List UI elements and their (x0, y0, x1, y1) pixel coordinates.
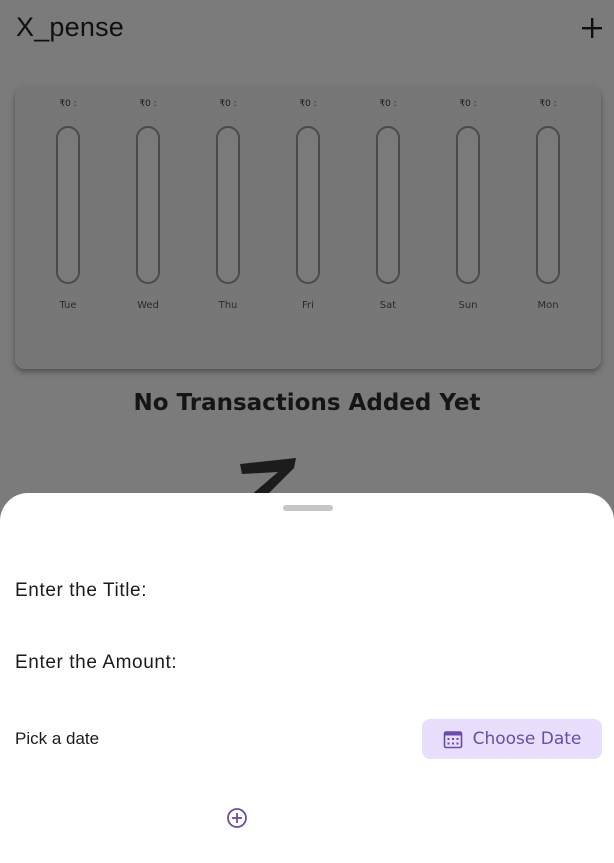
add-circle-icon (227, 808, 247, 828)
bar-column-wed: ₹0 : Wed (128, 86, 168, 369)
bar-day-label: Mon (537, 300, 559, 311)
bar-column-sat: ₹0 : Sat (368, 86, 408, 369)
weekly-bars: ₹0 : Tue ₹0 : Wed ₹0 : Thu ₹0 : Fri ₹0 : Sat ₹0 : S… (15, 86, 601, 369)
bar-amount-label: ₹0 : (299, 99, 317, 109)
bar-amount-label: ₹0 : (59, 99, 77, 109)
bar-track (56, 126, 80, 284)
bar-track (296, 126, 320, 284)
choose-date-label: Choose Date (472, 729, 582, 749)
title-input[interactable] (15, 571, 599, 611)
bar-column-sun: ₹0 : Sun (448, 86, 488, 369)
bar-day-label: Sun (458, 300, 478, 311)
bar-column-mon: ₹0 : Mon (528, 86, 568, 369)
bar-track (376, 126, 400, 284)
bar-amount-label: ₹0 : (219, 99, 237, 109)
choose-date-button[interactable]: Choose Date (422, 719, 602, 759)
weekly-chart-card: ₹0 : Tue ₹0 : Wed ₹0 : Thu ₹0 : Fri ₹0 : Sat ₹0 : S… (15, 86, 601, 369)
bar-day-label: Sat (379, 300, 397, 311)
amount-input[interactable] (15, 643, 599, 683)
bar-amount-label: ₹0 : (459, 99, 477, 109)
app-bar: X_pense (0, 0, 614, 60)
bar-track (136, 126, 160, 284)
bar-track (456, 126, 480, 284)
add-transaction-button[interactable] (578, 14, 606, 42)
bar-amount-label: ₹0 : (379, 99, 397, 109)
plus-icon (582, 18, 602, 38)
bar-amount-label: ₹0 : (539, 99, 557, 109)
pick-date-label: Pick a date (15, 729, 100, 748)
bar-day-label: Thu (218, 300, 238, 311)
bar-column-tue: ₹0 : Tue (48, 86, 88, 369)
bar-track (216, 126, 240, 284)
add-transaction-sheet: Pick a date Choose Date (0, 493, 614, 863)
bar-day-label: Tue (59, 300, 77, 311)
drag-handle[interactable] (283, 505, 333, 511)
bar-column-thu: ₹0 : Thu (208, 86, 248, 369)
calendar-icon (443, 731, 462, 749)
bar-track (536, 126, 560, 284)
empty-state-message: No Transactions Added Yet (133, 390, 481, 416)
bar-day-label: Wed (137, 300, 159, 311)
app-title: X_pense (16, 12, 124, 42)
bar-column-fri: ₹0 : Fri (288, 86, 328, 369)
bar-amount-label: ₹0 : (139, 99, 157, 109)
bar-day-label: Fri (302, 300, 314, 311)
submit-transaction-button[interactable] (225, 806, 249, 830)
